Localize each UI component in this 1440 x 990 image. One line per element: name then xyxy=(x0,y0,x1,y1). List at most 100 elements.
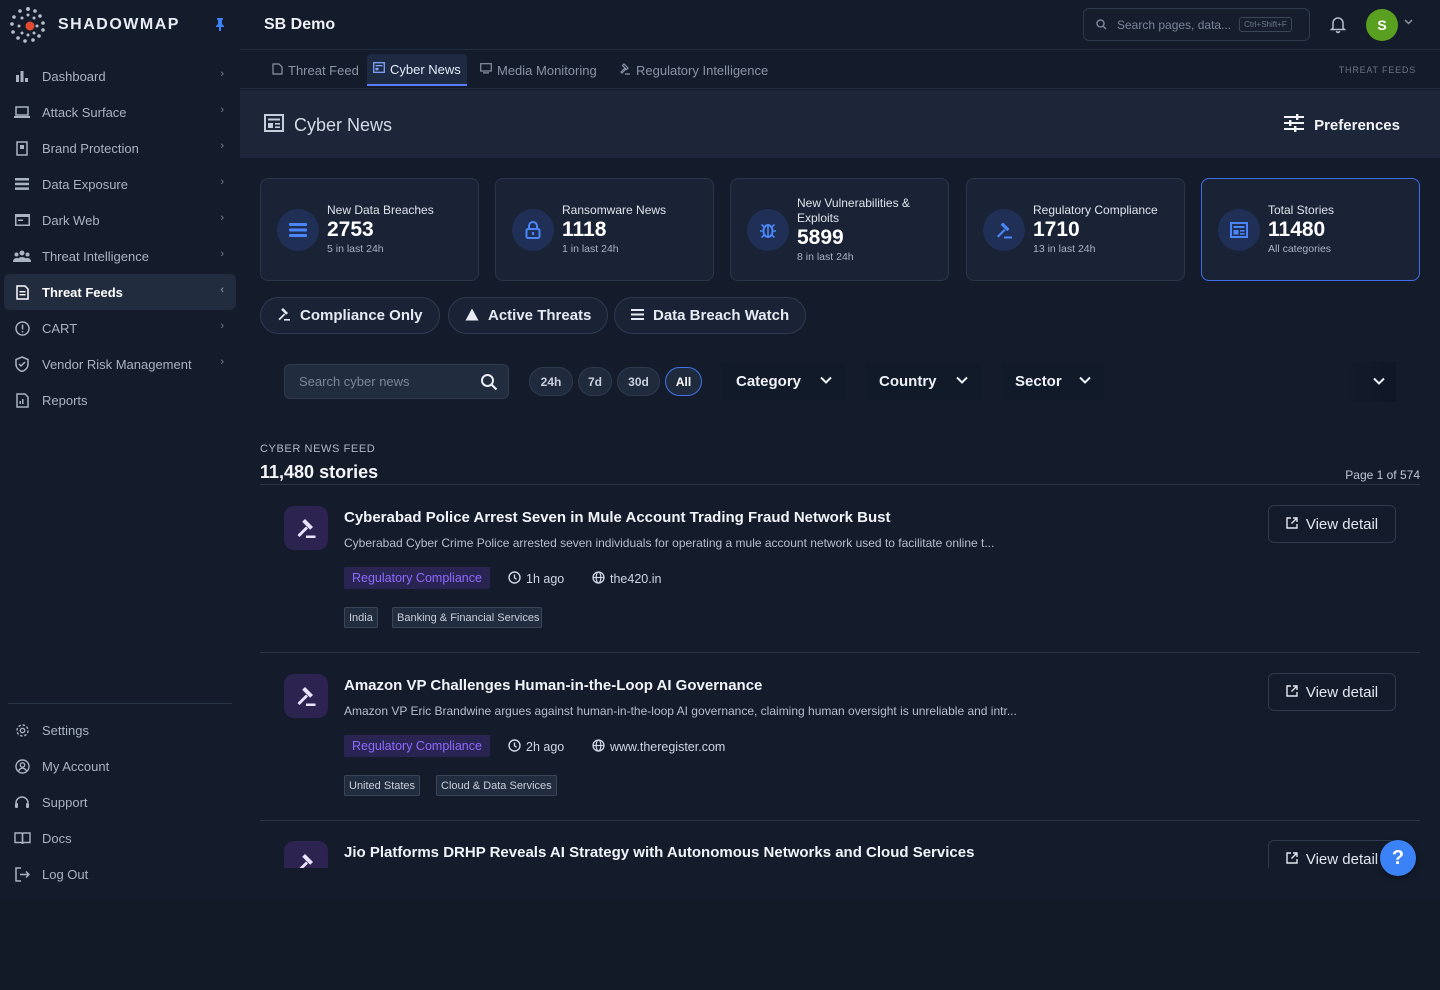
gavel-icon xyxy=(284,674,328,718)
sidebar-item-label: Threat Intelligence xyxy=(42,248,149,264)
global-search-input[interactable]: Search pages, data... Ctrl+Shift+F xyxy=(1083,8,1310,41)
sidebar-item-label: Brand Protection xyxy=(42,140,139,156)
data-breach-watch-chip[interactable]: Data Breach Watch xyxy=(614,297,807,334)
tab-regulatory-intelligence[interactable]: Regulatory Intelligence xyxy=(613,54,774,86)
sidebar-item-data-exposure[interactable]: Data Exposure › xyxy=(4,166,236,202)
chevron-down-icon xyxy=(955,373,969,391)
news-feed-list: Cyberabad Police Arrest Seven in Mule Ac… xyxy=(240,485,1440,868)
story-summary: Amazon VP Eric Brandwine argues against … xyxy=(344,704,1017,718)
story-title[interactable]: Amazon VP Challenges Human-in-the-Loop A… xyxy=(344,677,762,694)
sidebar-item-label: CART xyxy=(42,320,78,336)
country-dropdown[interactable]: Country xyxy=(865,362,981,400)
sidebar-item-settings[interactable]: Settings xyxy=(4,712,236,748)
org-name[interactable]: SB Demo xyxy=(264,16,335,34)
story-title[interactable]: Cyberabad Police Arrest Seven in Mule Ac… xyxy=(344,509,891,526)
page-indicator: Page 1 of 574 xyxy=(1345,468,1420,482)
sidebar-item-threat-intelligence[interactable]: Threat Intelligence › xyxy=(4,238,236,274)
sidebar-item-cart[interactable]: CART › xyxy=(4,310,236,346)
sidebar-bottom-nav: Settings My Account Support Docs Log Out xyxy=(0,712,240,892)
stat-card-ransomware[interactable]: Ransomware News 1118 1 in last 24h xyxy=(495,178,714,281)
search-icon[interactable] xyxy=(480,373,498,394)
stat-card-data-breaches[interactable]: New Data Breaches 2753 5 in last 24h xyxy=(260,178,479,281)
stat-card-total-stories[interactable]: Total Stories 11480 All categories xyxy=(1201,178,1420,281)
sidebar-item-attack-surface[interactable]: Attack Surface › xyxy=(4,94,236,130)
preferences-label: Preferences xyxy=(1314,116,1400,134)
tab-cyber-news[interactable]: Cyber News xyxy=(367,54,467,86)
stat-card-regulatory[interactable]: Regulatory Compliance 1710 13 in last 24… xyxy=(966,178,1185,281)
sidebar-item-label: Dark Web xyxy=(42,212,100,228)
story-source: the420.in xyxy=(592,571,661,587)
stat-value: 1710 xyxy=(1033,218,1080,241)
sidebar-item-dark-web[interactable]: Dark Web › xyxy=(4,202,236,238)
stat-sub: 5 in last 24h xyxy=(327,243,384,255)
sidebar-item-dashboard[interactable]: Dashboard › xyxy=(4,58,236,94)
dropdown-label: Category xyxy=(736,372,802,390)
sidebar-item-vendor-risk-management[interactable]: Vendor Risk Management › xyxy=(4,346,236,382)
document-icon xyxy=(272,62,283,78)
preferences-button[interactable]: Preferences xyxy=(1284,114,1400,136)
news-story: Amazon VP Challenges Human-in-the-Loop A… xyxy=(260,653,1420,821)
story-source: www.theregister.com xyxy=(592,739,725,755)
sidebar-item-docs[interactable]: Docs xyxy=(4,820,236,856)
globe-icon xyxy=(592,739,605,755)
sector-tag: Banking & Financial Services xyxy=(392,607,542,628)
range-7d[interactable]: 7d xyxy=(578,367,612,396)
stat-sub: 13 in last 24h xyxy=(1033,243,1096,255)
sidebar-item-reports[interactable]: Reports xyxy=(4,382,236,418)
lock-icon xyxy=(512,209,554,251)
chevron-down-icon[interactable] xyxy=(1404,17,1413,28)
story-title[interactable]: Jio Platforms DRHP Reveals AI Strategy w… xyxy=(344,844,974,861)
sidebar-item-my-account[interactable]: My Account xyxy=(4,748,236,784)
external-link-icon xyxy=(1286,516,1298,533)
sub-tabs: Threat Feed Cyber News Media Monitoring … xyxy=(240,51,1440,89)
view-detail-button[interactable]: View detail xyxy=(1268,840,1396,868)
range-all[interactable]: All xyxy=(665,367,702,396)
tab-threat-feed[interactable]: Threat Feed xyxy=(266,54,365,86)
avatar[interactable]: S xyxy=(1366,9,1398,41)
view-detail-button[interactable]: View detail xyxy=(1268,673,1396,711)
active-threats-chip[interactable]: Active Threats xyxy=(448,297,609,334)
sidebar-item-brand-protection[interactable]: Brand Protection › xyxy=(4,130,236,166)
brand[interactable]: SHADOWMAP xyxy=(0,0,240,50)
tab-label: Media Monitoring xyxy=(497,62,597,78)
tab-media-monitoring[interactable]: Media Monitoring xyxy=(474,54,603,86)
search-shortcut-hint: Ctrl+Shift+F xyxy=(1239,17,1292,32)
news-search-placeholder: Search cyber news xyxy=(299,374,410,389)
sidebar-item-support[interactable]: Support xyxy=(4,784,236,820)
pin-icon[interactable] xyxy=(214,17,226,34)
compliance-only-chip[interactable]: Compliance Only xyxy=(260,297,440,334)
range-24h[interactable]: 24h xyxy=(529,367,573,396)
bar-chart-icon xyxy=(12,66,32,86)
sidebar-item-label: Threat Feeds xyxy=(42,284,123,300)
view-detail-label: View detail xyxy=(1305,850,1379,868)
top-bar: SB Demo Search pages, data... Ctrl+Shift… xyxy=(240,0,1440,50)
clock-icon xyxy=(508,571,521,587)
news-search-input[interactable]: Search cyber news xyxy=(284,364,509,399)
stat-card-vulnerabilities[interactable]: New Vulnerabilities & Exploits 5899 8 in… xyxy=(730,178,949,281)
feed-count: 11,480 stories xyxy=(260,462,379,482)
clock-icon xyxy=(508,739,521,755)
more-filters-dropdown[interactable] xyxy=(1344,362,1396,402)
category-dropdown[interactable]: Category xyxy=(722,362,845,400)
sidebar-item-threat-feeds[interactable]: Threat Feeds ‹ xyxy=(4,274,236,310)
help-button[interactable]: ? xyxy=(1380,840,1416,876)
news-story: Cyberabad Police Arrest Seven in Mule Ac… xyxy=(260,485,1420,653)
sidebar-item-log-out[interactable]: Log Out xyxy=(4,856,236,892)
dropdown-label: Country xyxy=(879,372,937,390)
sector-dropdown[interactable]: Sector xyxy=(1001,362,1104,400)
warning-icon xyxy=(465,308,479,324)
list-icon xyxy=(277,209,319,251)
chevron-down-icon xyxy=(1372,374,1386,393)
range-30d[interactable]: 30d xyxy=(617,367,660,396)
stat-sub: 1 in last 24h xyxy=(562,243,619,255)
support-icon xyxy=(12,792,32,812)
stat-value: 5899 xyxy=(797,225,844,249)
shield-check-icon xyxy=(12,354,32,374)
list-icon xyxy=(631,308,644,323)
section-label: THREAT FEEDS xyxy=(1338,65,1416,75)
bell-icon[interactable] xyxy=(1328,14,1348,34)
newspaper-icon xyxy=(373,62,385,76)
view-detail-button[interactable]: View detail xyxy=(1268,505,1396,543)
story-time: 2h ago xyxy=(508,739,564,755)
brand-name: SHADOWMAP xyxy=(58,16,180,33)
